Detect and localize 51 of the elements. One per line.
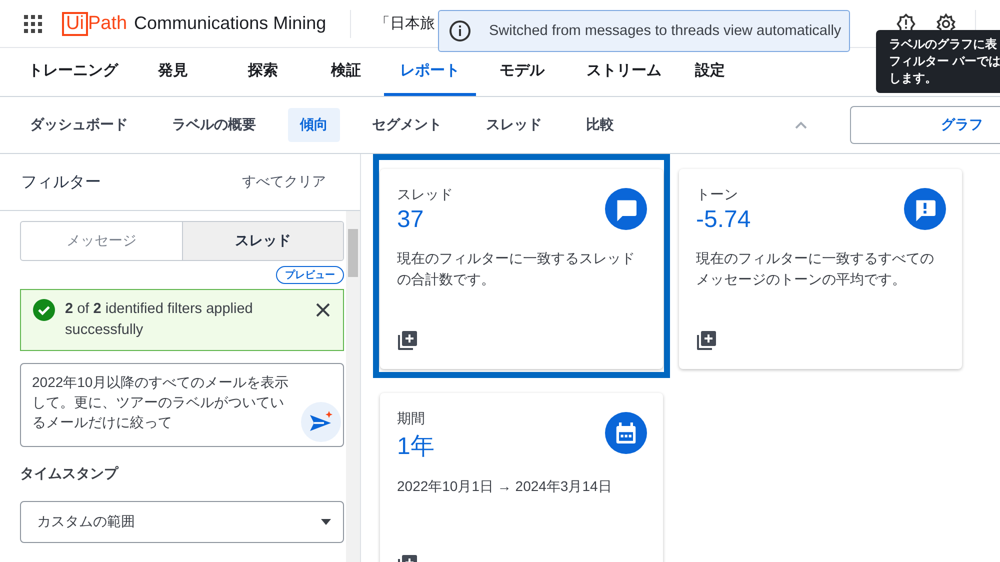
sub-tab[interactable]: セグメント <box>360 108 454 142</box>
timestamp-select[interactable]: カスタムの範囲 <box>20 501 344 543</box>
card-value: 37 <box>397 206 425 234</box>
dataset-title[interactable]: 「日本旅 <box>375 14 436 33</box>
nav-tab[interactable]: 検証 <box>308 48 384 96</box>
sub-tab[interactable]: 比較 <box>574 108 626 142</box>
close-icon[interactable] <box>315 302 331 318</box>
query-input-field[interactable]: 2022年10月以降のすべてのメールを表示して。更に、ツアーのラベルがついているメールだけに絞って <box>20 363 344 447</box>
preview-badge: プレビュー <box>276 266 344 284</box>
chat-bubble-icon <box>605 188 647 230</box>
card-title: スレッド <box>397 186 453 204</box>
card-description: 2022年10月1日 → 2024年3月14日 <box>397 477 613 496</box>
card-title: 期間 <box>397 410 426 428</box>
card-value: 1年 <box>397 432 434 462</box>
success-check-icon <box>33 299 55 321</box>
timestamp-label: タイムスタンプ <box>20 465 120 483</box>
nav-tab[interactable]: モデル <box>476 48 568 96</box>
nav-tab[interactable]: 発見 <box>128 48 218 96</box>
sub-tab[interactable]: ダッシュボード <box>18 108 140 142</box>
sub-tab[interactable]: スレッド <box>474 108 554 142</box>
send-button[interactable] <box>301 402 341 442</box>
sub-tab[interactable]: ラベルの概要 <box>160 108 268 142</box>
app-name: Communications Mining <box>134 13 326 34</box>
card-description: 現在のフィルターに一致するすべての メッセージのトーンの平均です。 <box>696 249 935 289</box>
logo: Ui Path <box>62 12 128 36</box>
nav-tab[interactable]: 設定 <box>680 48 740 96</box>
nav-tab[interactable]: トレーニング <box>18 48 128 96</box>
filter-panel-title: フィルター <box>21 172 101 192</box>
graph-button[interactable]: グラフ <box>850 106 1000 144</box>
alert-message-icon <box>904 188 946 230</box>
dropdown-caret-icon <box>321 519 331 525</box>
view-toggle-option[interactable]: メッセージ <box>21 222 182 260</box>
scrollbar[interactable] <box>346 211 360 562</box>
card-description: 現在のフィルターに一致するスレッド の合計数です。 <box>397 249 636 289</box>
card-value: -5.74 <box>696 206 751 234</box>
alert-message: 2 of 2 identified filters applied successfully <box>65 300 254 340</box>
clear-all-link[interactable]: すべてクリア <box>242 173 326 191</box>
app-grid-icon[interactable] <box>24 14 42 32</box>
send-sparkle-icon <box>309 411 333 433</box>
nav-tab[interactable]: 探索 <box>218 48 308 96</box>
toast-message: Switched from messages to threads view automatically <box>489 23 842 39</box>
add-to-dashboard-icon[interactable] <box>696 330 717 351</box>
card-title: トーン <box>696 186 739 204</box>
nav-tab[interactable]: ストリーム <box>568 48 680 96</box>
sub-tab[interactable]: 傾向 <box>288 108 340 142</box>
view-toggle-option[interactable]: スレッド <box>182 222 343 260</box>
tooltip-text: ラベルのグラフに表 フィルター バーでは します。 <box>889 36 1000 87</box>
info-icon <box>449 20 471 42</box>
calendar-icon <box>605 412 647 454</box>
metric-card[interactable]: スレッド 37 現在のフィルターに一致するスレッド の合計数です。 <box>373 154 670 378</box>
add-to-dashboard-icon[interactable] <box>397 330 418 351</box>
